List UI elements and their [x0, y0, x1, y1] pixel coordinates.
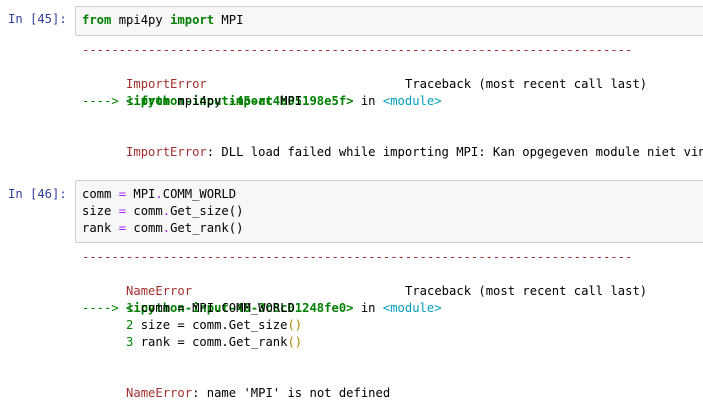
code-token: Get_size(): [170, 204, 244, 218]
code-token: =: [118, 221, 127, 235]
code-token: comm: [126, 204, 163, 218]
code-token: =: [177, 335, 185, 349]
code-token: comm: [140, 301, 178, 315]
code-token: (): [287, 318, 303, 332]
in-word: in: [353, 94, 383, 108]
code-token: rank: [140, 335, 178, 349]
code-token: COMM_WORLD: [221, 301, 295, 315]
traceback-divider: ----------------------------------------…: [82, 250, 633, 264]
in-word: in: [353, 301, 383, 315]
code-token: =: [177, 318, 185, 332]
code-token: MPI: [126, 187, 156, 201]
code-line: size = comm.Get_size(): [82, 203, 703, 220]
code-token: Get_rank(): [170, 221, 244, 235]
traceback-label: Traceback (most recent call last): [405, 77, 648, 91]
code-token: comm: [184, 318, 222, 332]
code-token: mpi4py: [170, 94, 229, 108]
code-token: (): [287, 335, 303, 349]
code-token: comm: [82, 187, 119, 201]
code-line: rank = comm.Get_rank(): [82, 220, 703, 237]
error-message: : name 'MPI' is not defined: [192, 386, 391, 400]
error-type: NameError: [126, 284, 193, 298]
code-token: =: [177, 301, 185, 315]
code-token: 3: [82, 335, 141, 349]
code-input-area[interactable]: comm = MPI.COMM_WORLD size = comm.Get_si…: [75, 180, 703, 243]
code-token: .: [221, 335, 229, 349]
code-token: .: [162, 221, 171, 235]
module-ref: <module>: [382, 301, 442, 315]
error-type: ImportError: [126, 77, 207, 91]
traceback-label: Traceback (most recent call last): [405, 284, 648, 298]
code-token: ----> 1: [82, 301, 141, 315]
code-input-area[interactable]: from mpi4py import MPI: [75, 6, 703, 36]
code-token: MPI: [184, 301, 215, 315]
code-token: from: [82, 13, 112, 27]
code-token: =: [118, 187, 127, 201]
code-token: =: [118, 204, 127, 218]
error-message-line: NameError: name 'MPI' is not defined: [82, 368, 703, 400]
code-token: ----> 1: [82, 94, 141, 108]
cell-prompt: In [46]:: [8, 187, 67, 201]
error-message-line: ImportError: DLL load failed while impor…: [82, 127, 703, 159]
module-ref: <module>: [382, 94, 442, 108]
trace-line: 3 rank = comm.Get_rank(): [82, 334, 703, 351]
code-token: import: [170, 13, 215, 27]
code-token: mpi4py: [111, 13, 171, 27]
code-token: Get_size: [228, 318, 288, 332]
code-line: from mpi4py import MPI: [82, 12, 703, 29]
trace-line: 2 size = comm.Get_size(): [82, 317, 703, 334]
error-type: ImportError: [126, 145, 207, 159]
code-cell-45[interactable]: In [45]: from mpi4py import MPI --------…: [0, 0, 703, 175]
code-token: .: [221, 318, 229, 332]
error-output: ----------------------------------------…: [82, 249, 703, 400]
code-token: .: [155, 187, 163, 201]
code-token: from: [140, 94, 171, 108]
code-token: COMM_WORLD: [162, 187, 237, 201]
code-token: size: [140, 318, 178, 332]
code-cell-46[interactable]: In [46]: comm = MPI.COMM_WORLD size = co…: [0, 175, 703, 405]
error-type: NameError: [126, 386, 193, 400]
error-output: ----------------------------------------…: [82, 42, 703, 159]
code-token: size: [82, 204, 119, 218]
error-message: : DLL load failed while importing MPI: K…: [206, 145, 703, 159]
code-token: MPI: [214, 13, 244, 27]
traceback-header: NameError Traceback (most recent call las…: [82, 266, 703, 298]
code-token: comm: [126, 221, 163, 235]
code-token: MPI: [272, 94, 303, 108]
code-token: rank: [82, 221, 119, 235]
code-token: Get_rank: [228, 335, 288, 349]
code-token: 2: [82, 318, 141, 332]
code-token: import: [228, 94, 273, 108]
code-token: .: [162, 204, 171, 218]
traceback-header: ImportError Traceback (most recent call l…: [82, 59, 703, 91]
traceback-divider: ----------------------------------------…: [82, 43, 633, 57]
code-line: comm = MPI.COMM_WORLD: [82, 186, 703, 203]
cell-prompt: In [45]:: [8, 12, 67, 26]
code-token: comm: [184, 335, 222, 349]
